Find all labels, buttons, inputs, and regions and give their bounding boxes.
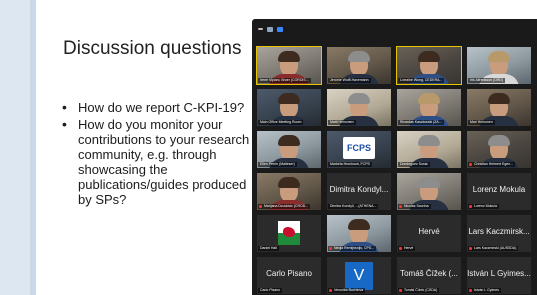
participant-tile[interactable]: Jerome Wolff-Havemann — [326, 46, 392, 85]
participant-tile[interactable]: Iris Alfredsson (ORD) — [466, 46, 532, 85]
participant-name-label: Lorenz Mokula — [468, 204, 499, 209]
participant-video-person — [418, 51, 440, 76]
participant-name-label: Veronika Buchtova — [328, 288, 366, 293]
participant-name-label: Dimitra Kondyli, ...(ATHENA... — [328, 204, 379, 209]
muted-microphone-icon — [259, 205, 262, 208]
participant-tile[interactable]: Ellen Perrin (Malteser) — [256, 130, 322, 169]
muted-microphone-icon — [329, 247, 332, 250]
participant-video-person — [418, 135, 440, 160]
muted-microphone-icon — [469, 247, 472, 250]
participant-name-label: Mari Heinonen — [468, 120, 495, 125]
participant-display-name: Dimitra Kondyl... — [329, 185, 389, 194]
slide-title: Discussion questions — [63, 38, 242, 59]
muted-microphone-icon — [399, 205, 402, 208]
welsh-flag-icon — [278, 221, 300, 245]
slide-side-band-accent — [30, 0, 36, 295]
participant-display-name: István L Gyimes... — [467, 269, 531, 278]
participant-tile[interactable]: Christian Helmert Egen... — [466, 130, 532, 169]
participant-name-label: Irene Vipiani, Broer (CORDIS... — [258, 78, 311, 83]
participant-avatar: V — [345, 262, 373, 290]
participant-name-label: Lars Kaczmirski (AUSSDA) — [468, 246, 519, 251]
participant-tile[interactable]: Tomáš Čížek (... Tomáš Čížek (CSDA) — [396, 256, 462, 295]
participant-tile[interactable]: István L Gyimes... István L Gyimes — [466, 256, 532, 295]
participant-name-label: Marijana Dzudovic (CROD... — [258, 204, 311, 209]
slide-side-band — [0, 0, 30, 295]
muted-microphone-icon — [469, 163, 472, 166]
participant-video-person — [418, 93, 440, 118]
participant-name-label: Jerome Wolff-Havemann — [328, 78, 371, 83]
participant-name-label: Christian Helmert Egen... — [468, 162, 516, 167]
bullet-item: How do you monitor your contributions to… — [62, 117, 257, 207]
participant-name-label: Carlo Pisano — [258, 288, 283, 293]
participant-name-label: Dominguez Sosta — [398, 162, 430, 167]
minimize-icon[interactable] — [258, 28, 263, 30]
participant-video-person — [348, 51, 370, 76]
participant-video-person — [278, 177, 300, 202]
participant-name-label: Iris Alfredsson (ORD) — [468, 78, 506, 83]
participant-name-label: Nicolas Saurina — [398, 204, 431, 209]
participant-video-person — [488, 93, 510, 118]
participant-tile[interactable]: Mari Heinonen — [466, 88, 532, 127]
video-conference-window[interactable]: Irene Vipiani, Broer (CORDIS... Jerome Wo… — [252, 19, 537, 295]
participant-tile[interactable]: Lorraine Wong, CEDERA... — [396, 46, 462, 85]
participant-tile[interactable]: Matti Heinonen — [326, 88, 392, 127]
participant-display-name: Hervé — [418, 227, 440, 236]
participant-tile[interactable]: Lars Kaczmirsk... Lars Kaczmirski (AUSSDA… — [466, 214, 532, 253]
participant-video-person — [348, 93, 370, 118]
participant-video-person — [488, 51, 510, 76]
participant-tile[interactable]: Ricardas Kaszlowski (ZA... — [396, 88, 462, 127]
participant-tile[interactable]: Main Office Meeting Room — [256, 88, 322, 127]
participant-video-person — [418, 177, 440, 202]
muted-microphone-icon — [399, 289, 402, 292]
participant-name-label: Nedja Remijnsnijs, CPS... — [328, 246, 377, 251]
grid-view-icon[interactable] — [277, 26, 283, 32]
muted-microphone-icon — [329, 289, 332, 292]
participant-tile[interactable]: Nedja Remijnsnijs, CPS... — [326, 214, 392, 253]
participant-tile[interactable]: Lorenz Mokula Lorenz Mokula — [466, 172, 532, 211]
participant-name-label: Markéta Hronková, FCPS — [328, 162, 372, 167]
participant-tile[interactable]: Irene Vipiani, Broer (CORDIS... — [256, 46, 322, 85]
organization-logo: FCPS — [343, 137, 375, 159]
participant-video-person — [278, 135, 300, 160]
participant-video-person — [348, 219, 370, 244]
muted-microphone-icon — [399, 247, 402, 250]
participant-name-label: Tomáš Čížek (CSDA) — [398, 288, 440, 293]
participant-tile[interactable]: V Veronika Buchtova — [326, 256, 392, 295]
participant-video-person — [488, 135, 510, 160]
participant-name-label: Ricardas Kaszlowski (ZA... — [398, 120, 444, 125]
participant-tile[interactable]: Marijana Dzudovic (CROD... — [256, 172, 322, 211]
participant-name-label: Lorraine Wong, CEDERA... — [398, 78, 445, 83]
participant-grid: Irene Vipiani, Broer (CORDIS... Jerome Wo… — [256, 46, 536, 295]
participant-tile[interactable]: Carlo Pisano Carlo Pisano — [256, 256, 322, 295]
participant-tile[interactable]: Dominguez Sosta — [396, 130, 462, 169]
participant-display-name: Carlo Pisano — [266, 269, 312, 278]
participant-display-name: Tomáš Čížek (... — [400, 269, 458, 278]
participant-name-label: Main Office Meeting Room — [258, 120, 304, 125]
participant-tile[interactable]: Daniel Hall — [256, 214, 322, 253]
participant-tile[interactable]: Hervé Hervé — [396, 214, 462, 253]
participant-name-label: Matti Heinonen — [328, 120, 356, 125]
participant-name-label: István L Gyimes — [468, 288, 501, 293]
bullet-item: How do we report C-KPI-19? — [62, 100, 257, 115]
muted-microphone-icon — [469, 289, 472, 292]
participant-video-person — [278, 93, 300, 118]
participant-video-person — [278, 51, 300, 76]
participant-tile[interactable]: Dimitra Kondyl... Dimitra Kondyli, ...(AT… — [326, 172, 392, 211]
slide-bullet-list: How do we report C-KPI-19? How do you mo… — [62, 100, 257, 209]
participant-display-name: Lars Kaczmirsk... — [468, 227, 530, 236]
muted-microphone-icon — [469, 205, 472, 208]
participant-name-label: Ellen Perrin (Malteser) — [258, 162, 297, 167]
participant-tile[interactable]: FCPS Markéta Hronková, FCPS — [326, 130, 392, 169]
participant-display-name: Lorenz Mokula — [472, 185, 526, 194]
layout-icon[interactable] — [267, 26, 273, 32]
video-window-toolbar — [252, 19, 537, 39]
participant-tile[interactable]: Nicolas Saurina — [396, 172, 462, 211]
participant-name-label: Daniel Hall — [258, 246, 279, 251]
